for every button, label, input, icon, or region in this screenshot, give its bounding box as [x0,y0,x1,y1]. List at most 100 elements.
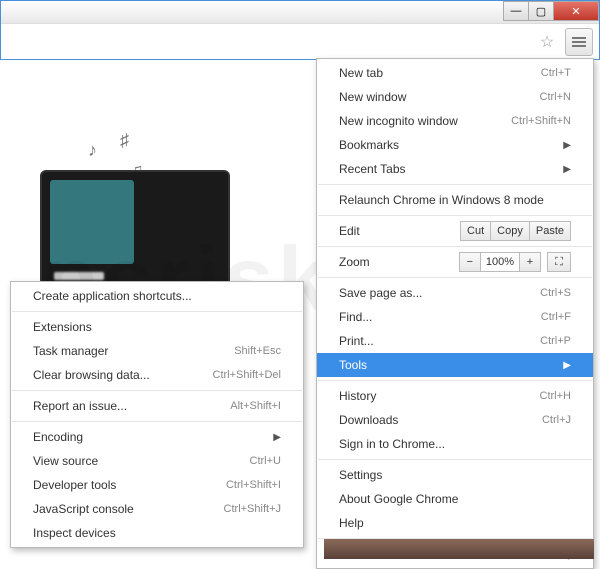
menu-item-label: Settings [339,468,571,482]
menu-find[interactable]: Find...Ctrl+F [317,305,593,329]
submenu-report-issue[interactable]: Report an issue...Alt+Shift+I [11,394,303,418]
menu-item-label: Tools [339,358,557,372]
menu-separator [12,311,302,312]
submenu-arrow-icon: ▶ [273,432,281,443]
menu-item-label: New tab [339,66,541,80]
menu-item-label: Extensions [33,320,281,334]
menu-item-label: Print... [339,334,540,348]
shortcut-text: Ctrl+Shift+I [226,479,281,491]
menu-recent-tabs[interactable]: Recent Tabs ▶ [317,157,593,181]
menu-item-label: Developer tools [33,478,226,492]
menu-item-label: Create application shortcuts... [33,289,281,303]
titlebar: — ▢ ✕ [1,1,599,23]
zoom-out-button[interactable]: − [459,252,481,272]
menu-separator [318,277,592,278]
menu-item-label: Sign in to Chrome... [339,437,571,451]
menu-about[interactable]: About Google Chrome [317,487,593,511]
menu-item-label: About Google Chrome [339,492,571,506]
submenu-extensions[interactable]: Extensions [11,315,303,339]
album-art [50,180,134,264]
shortcut-text: Ctrl+N [540,91,571,103]
menu-item-label: New window [339,90,540,104]
menu-downloads[interactable]: DownloadsCtrl+J [317,408,593,432]
menu-separator [318,246,592,247]
menu-separator [12,421,302,422]
menu-settings[interactable]: Settings [317,463,593,487]
menu-item-label: Task manager [33,344,234,358]
music-note-icon: ♯ [120,130,129,151]
menu-bookmarks[interactable]: Bookmarks ▶ [317,133,593,157]
menu-item-label: JavaScript console [33,502,224,516]
menu-separator [318,184,592,185]
menu-separator [318,380,592,381]
chrome-menu-button[interactable] [565,28,593,56]
zoom-value: 100% [480,252,520,272]
submenu-inspect-devices[interactable]: Inspect devices [11,521,303,545]
submenu-task-manager[interactable]: Task managerShift+Esc [11,339,303,363]
menu-item-label: View source [33,454,250,468]
menu-save-page[interactable]: Save page as...Ctrl+S [317,281,593,305]
paste-button[interactable]: Paste [529,221,571,241]
maximize-button[interactable]: ▢ [528,1,554,21]
shortcut-text: Ctrl+P [540,335,571,347]
shortcut-text: Ctrl+Shift+Del [213,369,281,381]
menu-item-label: Recent Tabs [339,162,557,176]
menu-signin[interactable]: Sign in to Chrome... [317,432,593,456]
menu-new-tab[interactable]: New tabCtrl+T [317,61,593,85]
submenu-create-shortcut[interactable]: Create application shortcuts... [11,284,303,308]
menu-item-label: Relaunch Chrome in Windows 8 mode [339,193,571,207]
menu-item-label: Report an issue... [33,399,230,413]
menu-history[interactable]: HistoryCtrl+H [317,384,593,408]
browser-window-frame: — ▢ ✕ ☆ [0,0,600,60]
menu-separator [318,459,592,460]
menu-zoom-row: Zoom − 100% + ⛶ [317,250,593,274]
minimize-button[interactable]: — [503,1,529,21]
menu-new-incognito[interactable]: New incognito windowCtrl+Shift+N [317,109,593,133]
menu-item-label: Save page as... [339,286,540,300]
page-footer-strip [324,539,594,559]
copy-button[interactable]: Copy [490,221,530,241]
menu-help[interactable]: Help [317,511,593,535]
menu-item-label: Encoding [33,430,267,444]
shortcut-text: Ctrl+J [542,414,571,426]
placeholder-line [54,272,104,280]
menu-tools[interactable]: Tools ▶ [317,353,593,377]
submenu-encoding[interactable]: Encoding ▶ [11,425,303,449]
shortcut-text: Alt+Shift+I [230,400,281,412]
submenu-arrow-icon: ▶ [563,360,571,371]
submenu-dev-tools[interactable]: Developer toolsCtrl+Shift+I [11,473,303,497]
bookmark-star-icon[interactable]: ☆ [535,30,559,54]
close-window-button[interactable]: ✕ [553,1,599,21]
submenu-js-console[interactable]: JavaScript consoleCtrl+Shift+J [11,497,303,521]
menu-edit-row: Edit Cut Copy Paste [317,219,593,243]
menu-item-label: Help [339,516,571,530]
menu-item-label: Clear browsing data... [33,368,213,382]
menu-separator [12,390,302,391]
menu-item-label: Edit [339,224,460,238]
menu-print[interactable]: Print...Ctrl+P [317,329,593,353]
shortcut-text: Ctrl+T [541,67,571,79]
submenu-arrow-icon: ▶ [563,140,571,151]
menu-relaunch-win8[interactable]: Relaunch Chrome in Windows 8 mode [317,188,593,212]
toolbar: ☆ [1,23,599,59]
menu-new-window[interactable]: New windowCtrl+N [317,85,593,109]
menu-item-label: Find... [339,310,541,324]
menu-item-label: Zoom [339,255,459,269]
menu-separator [318,215,592,216]
shortcut-text: Ctrl+S [540,287,571,299]
submenu-clear-data[interactable]: Clear browsing data...Ctrl+Shift+Del [11,363,303,387]
shortcut-text: Ctrl+Shift+N [511,115,571,127]
tools-submenu: Create application shortcuts... Extensio… [10,281,304,548]
menu-item-label: Bookmarks [339,138,557,152]
shortcut-text: Ctrl+H [540,390,571,402]
zoom-in-button[interactable]: + [519,252,541,272]
fullscreen-icon[interactable]: ⛶ [547,252,571,272]
music-note-icon: ♪ [88,140,97,161]
menu-item-label: New incognito window [339,114,511,128]
shortcut-text: Shift+Esc [234,345,281,357]
submenu-arrow-icon: ▶ [563,164,571,175]
menu-item-label: Downloads [339,413,542,427]
shortcut-text: Ctrl+Shift+J [224,503,281,515]
cut-button[interactable]: Cut [460,221,491,241]
submenu-view-source[interactable]: View sourceCtrl+U [11,449,303,473]
